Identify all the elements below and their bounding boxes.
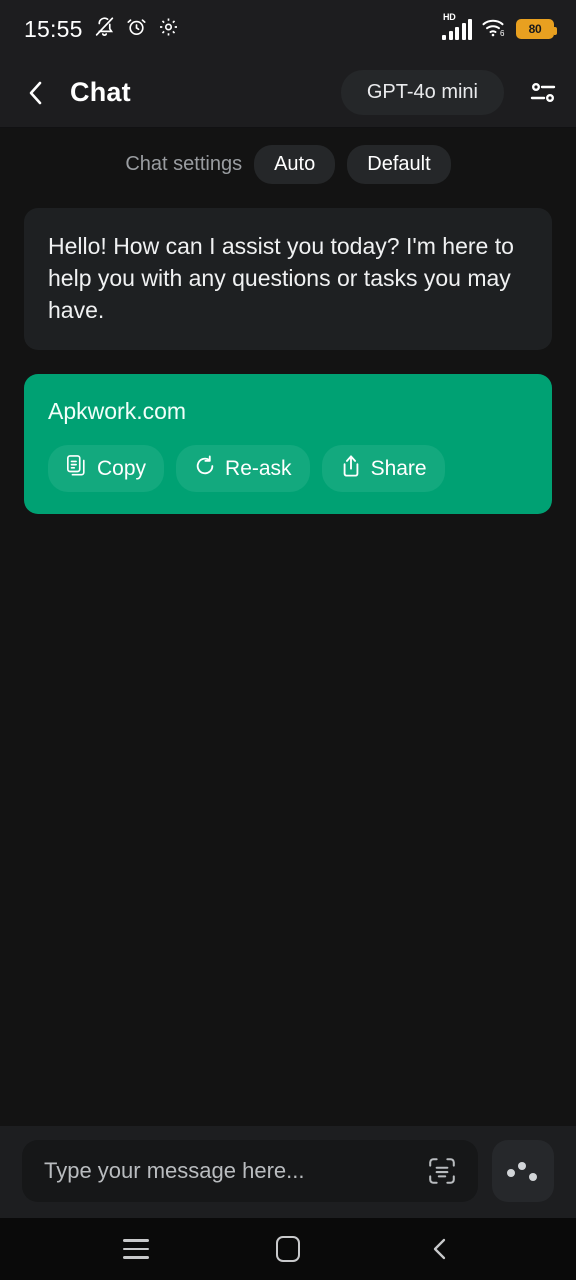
three-dots-icon <box>506 1158 540 1184</box>
nav-recents-button[interactable] <box>101 1223 171 1275</box>
copy-icon <box>66 454 88 483</box>
svg-text:6: 6 <box>500 29 505 38</box>
android-nav-bar <box>0 1218 576 1280</box>
reask-label: Re-ask <box>225 456 292 480</box>
chip-default[interactable]: Default <box>347 145 451 184</box>
alarm-icon <box>126 16 147 43</box>
share-button[interactable]: Share <box>321 445 445 492</box>
chip-auto[interactable]: Auto <box>254 145 336 184</box>
copy-button[interactable]: Copy <box>48 445 165 492</box>
battery-icon: 80 <box>516 19 557 39</box>
bell-mute-icon <box>94 16 115 43</box>
nav-home-button[interactable] <box>253 1223 323 1275</box>
status-time: 15:55 <box>24 15 83 42</box>
scan-document-icon[interactable] <box>422 1151 462 1191</box>
app-header: Chat GPT-4o mini <box>0 58 576 128</box>
message-input-wrapper[interactable]: Type your message here... <box>22 1140 478 1202</box>
share-icon <box>340 454 362 483</box>
back-chevron-icon <box>29 81 42 104</box>
assistant-message-bubble: Hello! How can I assist you today? I'm h… <box>24 208 552 350</box>
page-title: Chat <box>70 77 131 107</box>
share-label: Share <box>370 456 427 480</box>
battery-level: 80 <box>528 22 542 36</box>
signal-strength-icon: HD <box>442 12 472 40</box>
chat-settings-row: Chat settings Auto Default <box>0 128 576 198</box>
assistant-message-text: Hello! How can I assist you today? I'm h… <box>48 233 514 323</box>
wifi-icon: 6 <box>481 16 507 43</box>
user-message-bubble: Apkwork.com Copy Re-ask Share <box>24 374 552 514</box>
phone-screen: 15:55 HD 6 80 Chat GPT-4o mini Chat sett… <box>0 0 576 1280</box>
copy-label: Copy <box>97 456 147 480</box>
hd-label: HD <box>443 12 456 22</box>
message-composer: Type your message here... <box>0 1126 576 1218</box>
status-bar: 15:55 HD 6 80 <box>0 0 576 58</box>
recents-icon <box>123 1239 149 1259</box>
message-input-placeholder[interactable]: Type your message here... <box>44 1158 422 1184</box>
assistant-action-button[interactable] <box>492 1140 554 1202</box>
nav-back-button[interactable] <box>405 1223 475 1275</box>
reask-button[interactable]: Re-ask <box>176 445 310 492</box>
back-icon <box>433 1238 446 1260</box>
gear-icon <box>158 16 179 43</box>
chat-settings-button[interactable] <box>504 69 558 117</box>
sliders-icon <box>530 82 556 102</box>
chat-scroll-area[interactable]: Chat settings Auto Default Hello! How ca… <box>0 128 576 1126</box>
user-message-text: Apkwork.com <box>48 398 187 424</box>
back-button[interactable] <box>24 71 64 115</box>
model-selector[interactable]: GPT-4o mini <box>340 70 504 115</box>
status-bar-left: 15:55 <box>24 16 179 43</box>
refresh-icon <box>194 454 216 483</box>
chat-settings-label: Chat settings <box>125 153 243 175</box>
status-bar-right: HD 6 80 <box>442 12 557 43</box>
message-actions: Copy Re-ask Share <box>48 445 528 492</box>
home-icon <box>276 1236 300 1262</box>
